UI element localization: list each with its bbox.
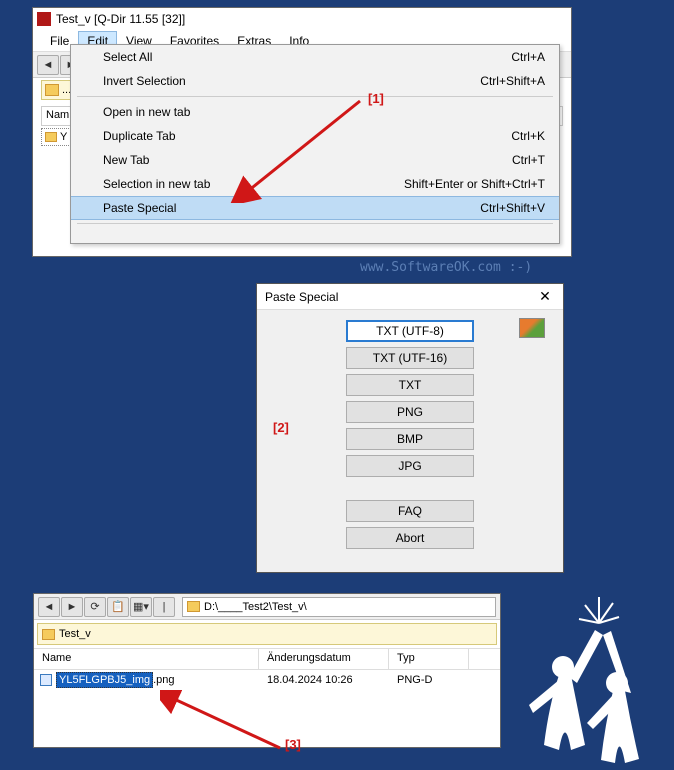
sep-icon: | <box>153 597 175 617</box>
paste-button[interactable]: 📋 <box>107 597 129 617</box>
filename-ext: .png <box>153 674 174 686</box>
filename-edit-selected[interactable]: YL5FLGPBJ5_img <box>56 672 153 688</box>
annotation-label-2: [2] <box>273 420 289 435</box>
titlebar: Test_v [Q-Dir 11.55 [32]] <box>33 8 571 30</box>
menu-select-all[interactable]: Select All Ctrl+A <box>71 45 559 69</box>
folder-icon <box>45 132 57 142</box>
menu-open-new-tab[interactable]: Open in new tab <box>71 100 559 124</box>
preview-thumbnail-icon <box>519 318 545 338</box>
col-date[interactable]: Änderungsdatum <box>259 649 389 669</box>
app-icon <box>37 12 51 26</box>
file-row[interactable]: YL5FLGPBJ5_img.png 18.04.2024 10:26 PNG-… <box>34 670 500 690</box>
folder-icon <box>187 601 200 612</box>
dialog-title: Paste Special <box>265 290 338 304</box>
option-jpg[interactable]: JPG <box>346 455 474 477</box>
folder-icon <box>42 629 55 640</box>
folder-icon <box>45 84 59 96</box>
explorer-pane: ◄ ► ⟳ 📋 ▦▾ | D:\____Test2\Test_v\ Test_v… <box>33 593 501 748</box>
annotation-label-1: [1] <box>368 91 384 106</box>
file-date: 18.04.2024 10:26 <box>259 674 389 686</box>
option-txt-utf8[interactable]: TXT (UTF-8) <box>346 320 474 342</box>
option-txt-utf16[interactable]: TXT (UTF-16) <box>346 347 474 369</box>
option-bmp[interactable]: BMP <box>346 428 474 450</box>
menu-duplicate-tab[interactable]: Duplicate Tab Ctrl+K <box>71 124 559 148</box>
separator <box>77 223 553 224</box>
watermark-text: www.SoftwareOK.com :-) <box>360 260 532 275</box>
menu-cut-partial <box>71 227 559 243</box>
view-button[interactable]: ▦▾ <box>130 597 152 617</box>
dialog-titlebar: Paste Special ✕ <box>257 284 563 310</box>
menu-new-tab[interactable]: New Tab Ctrl+T <box>71 148 559 172</box>
column-headers: Name Änderungsdatum Typ <box>34 648 500 670</box>
file-type: PNG-D <box>389 674 469 686</box>
close-button[interactable]: ✕ <box>535 288 555 306</box>
back-button[interactable]: ◄ <box>38 597 60 617</box>
menu-paste-special[interactable]: Paste Special Ctrl+Shift+V <box>71 196 559 220</box>
image-file-icon <box>40 674 52 686</box>
back-button[interactable]: ◄ <box>37 55 59 75</box>
col-type[interactable]: Typ <box>389 649 469 669</box>
window-title: Test_v [Q-Dir 11.55 [32]] <box>56 12 185 26</box>
option-png[interactable]: PNG <box>346 401 474 423</box>
menu-selection-new-tab[interactable]: Selection in new tab Shift+Enter or Shif… <box>71 172 559 196</box>
explorer-toolbar: ◄ ► ⟳ 📋 ▦▾ | D:\____Test2\Test_v\ <box>34 594 500 620</box>
col-name[interactable]: Name <box>34 649 259 669</box>
paste-special-dialog: Paste Special ✕ TXT (UTF-8) TXT (UTF-16)… <box>256 283 564 573</box>
annotation-label-3: [3] <box>285 737 301 752</box>
decorative-figures <box>499 575 669 765</box>
separator <box>77 96 553 97</box>
refresh-button[interactable]: ⟳ <box>84 597 106 617</box>
address-bar[interactable]: D:\____Test2\Test_v\ <box>182 597 496 617</box>
breadcrumb-bar[interactable]: Test_v <box>37 623 497 645</box>
forward-button[interactable]: ► <box>61 597 83 617</box>
menu-invert-selection[interactable]: Invert Selection Ctrl+Shift+A <box>71 69 559 93</box>
option-txt[interactable]: TXT <box>346 374 474 396</box>
edit-dropdown-menu: Select All Ctrl+A Invert Selection Ctrl+… <box>70 44 560 244</box>
abort-button[interactable]: Abort <box>346 527 474 549</box>
faq-button[interactable]: FAQ <box>346 500 474 522</box>
